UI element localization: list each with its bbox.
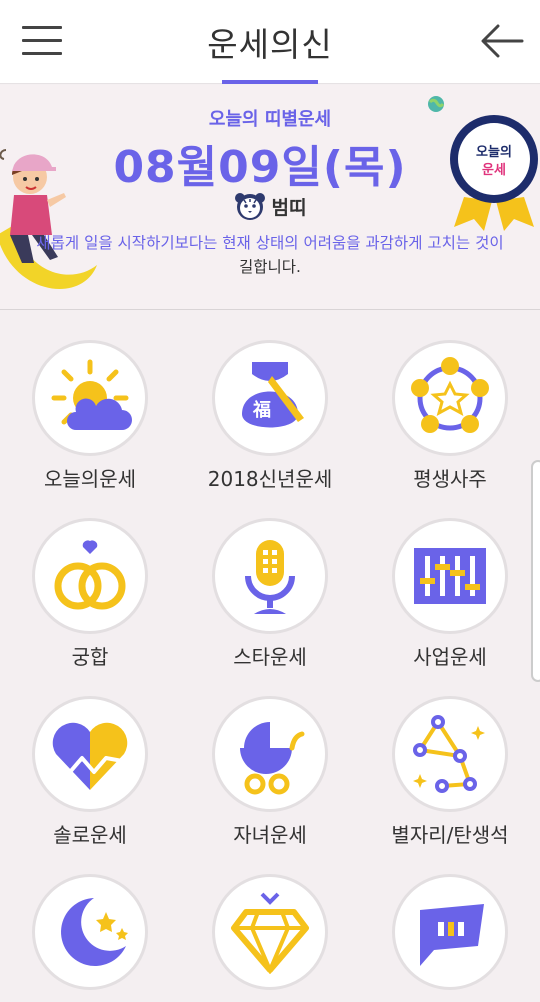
chat-bubble-icon <box>420 904 484 966</box>
back-arrow-icon[interactable] <box>478 18 526 64</box>
menu-item-moon[interactable] <box>0 844 180 1002</box>
menu-grid: 오늘의운세 福 2018신년운세 평생사주 궁합 스타운세 사업운세 솔로운세 … <box>0 310 540 1002</box>
menu-item-lifetime-saju[interactable]: 평생사주 <box>360 310 540 491</box>
icon-circle: 福 <box>212 340 328 456</box>
badge-line-1: 오늘의 <box>476 144 512 160</box>
app-header: 운세의신 <box>0 0 540 84</box>
equalizer-icon <box>414 548 486 604</box>
page-title: 운세의신 <box>207 25 333 64</box>
icon-circle <box>32 874 148 990</box>
fortune-bag-icon: 福 <box>242 362 304 428</box>
fortune-line-2: 길합니다. <box>239 258 301 276</box>
icon-circle <box>212 874 328 990</box>
badge-line-2: 운세 <box>482 163 506 178</box>
icon-circle <box>392 340 508 456</box>
zodiac-label: 범띠 <box>271 196 307 219</box>
diamond-icon <box>231 892 309 974</box>
menu-item-compatibility[interactable]: 궁합 <box>0 488 180 669</box>
icon-circle <box>32 518 148 634</box>
baby-carriage-icon <box>240 722 305 795</box>
star-circle-icon <box>411 357 489 433</box>
svg-text:福: 福 <box>252 399 271 421</box>
menu-item-new-year-fortune[interactable]: 福 2018신년운세 <box>180 310 360 491</box>
constellation-icon <box>413 715 485 793</box>
rings-icon <box>54 540 126 610</box>
menu-item-chat[interactable] <box>360 844 540 1002</box>
icon-circle <box>212 696 328 812</box>
icon-circle <box>392 518 508 634</box>
menu-item-star-fortune[interactable]: 스타운세 <box>180 488 360 669</box>
daily-fortune-banner[interactable]: 오늘의 띠별운세 08월09일(목) 범띠 새롭게 일을 시작하기보다는 현재 … <box>0 85 540 310</box>
broken-heart-icon <box>50 722 129 790</box>
menu-item-diamond[interactable] <box>180 844 360 1002</box>
fortune-line-1: 새롭게 일을 시작하기보다는 현재 상태의 어려움을 과감하게 고치는 것이 <box>36 234 504 252</box>
icon-circle <box>32 696 148 812</box>
banner-date: 08월09일(목) <box>113 142 407 193</box>
sun-cloud-icon <box>51 359 132 430</box>
side-scroll-tab[interactable] <box>531 460 540 682</box>
moon-stars-icon <box>61 898 128 966</box>
fortune-text: 새롭게 일을 시작하기보다는 현재 상태의 어려움을 과감하게 고치는 것이 길… <box>0 231 540 279</box>
microphone-icon <box>245 540 295 614</box>
icon-circle <box>212 518 328 634</box>
icon-circle <box>32 340 148 456</box>
menu-item-business-fortune[interactable]: 사업운세 <box>360 488 540 669</box>
menu-item-today-fortune[interactable]: 오늘의운세 <box>0 310 180 491</box>
menu-item-children-fortune[interactable]: 자녀운세 <box>180 666 360 847</box>
icon-circle <box>392 696 508 812</box>
menu-item-solo-fortune[interactable]: 솔로운세 <box>0 666 180 847</box>
title-underline <box>222 80 318 84</box>
icon-circle <box>392 874 508 990</box>
ribbon-badge-icon: 오늘의 운세 <box>450 115 538 231</box>
tiger-face-icon <box>234 193 265 220</box>
today-fortune-badge[interactable]: 오늘의 운세 <box>448 111 540 231</box>
menu-item-constellation[interactable]: 별자리/탄생석 <box>360 666 540 847</box>
